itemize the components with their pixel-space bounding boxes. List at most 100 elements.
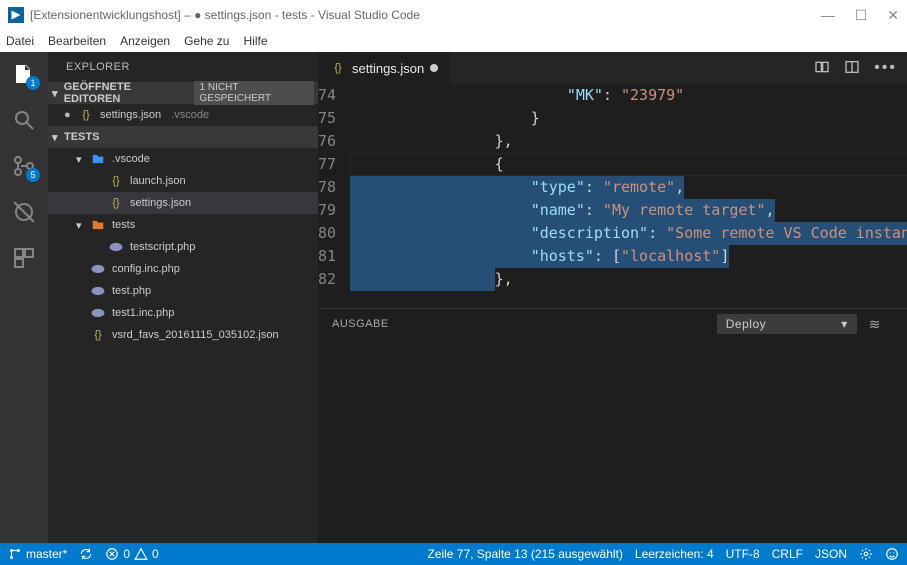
line-number: 79: [318, 199, 336, 222]
window-title: [Extensionentwicklungshost] – ● settings…: [30, 8, 821, 22]
status-feedback-icon[interactable]: [885, 547, 899, 561]
json-file-icon: {}: [78, 107, 94, 123]
tab-settings-json[interactable]: {} settings.json: [318, 52, 451, 84]
php-file-icon: [90, 305, 106, 321]
file-tree-item[interactable]: {}launch.json: [48, 170, 318, 192]
output-panel: AUSGABE Deploy ≋: [318, 308, 907, 543]
status-problems[interactable]: 0 0: [105, 547, 158, 561]
status-sync[interactable]: [79, 547, 93, 561]
editor-tabs: {} settings.json •••: [318, 52, 907, 84]
open-editor-item[interactable]: ● {} settings.json .vscode: [48, 104, 318, 126]
status-settings-icon[interactable]: [859, 547, 873, 561]
file-tree-item[interactable]: test.php: [48, 280, 318, 302]
file-tree-label: settings.json: [130, 197, 191, 209]
status-branch[interactable]: master*: [8, 547, 67, 561]
status-cursor[interactable]: Zeile 77, Spalte 13 (215 ausgewählt): [427, 547, 622, 561]
file-tree-item[interactable]: {} vsrd_favs_20161115_035102.json: [48, 324, 318, 346]
menu-goto[interactable]: Gehe zu: [184, 34, 229, 48]
vscode-icon: [8, 7, 24, 23]
line-number: 81: [318, 245, 336, 268]
split-editor-icon[interactable]: [844, 59, 860, 78]
code-line[interactable]: },: [350, 268, 907, 291]
window-titlebar: [Extensionentwicklungshost] – ● settings…: [0, 0, 907, 30]
close-button[interactable]: ✕: [887, 7, 899, 24]
workspace-label: TESTS: [64, 131, 99, 143]
code-line[interactable]: {: [350, 153, 907, 176]
line-number: 74: [318, 84, 336, 107]
php-file-icon: [90, 283, 106, 299]
code-line[interactable]: }: [350, 107, 907, 130]
activity-extensions-icon[interactable]: [10, 244, 38, 272]
json-file-icon: {}: [330, 60, 346, 76]
code-line[interactable]: },: [350, 130, 907, 153]
code-line[interactable]: "name": "My remote target",: [350, 199, 907, 222]
activity-debug-icon[interactable]: [10, 198, 38, 226]
status-eol[interactable]: CRLF: [772, 547, 803, 561]
php-file-icon: [108, 239, 124, 255]
maximize-button[interactable]: ☐: [855, 7, 868, 24]
menu-bar: Datei Bearbeiten Anzeigen Gehe zu Hilfe: [0, 30, 907, 52]
open-editor-folder: .vscode: [171, 109, 209, 121]
file-tree-label: config.inc.php: [112, 263, 180, 275]
chevron-down-icon: ▾: [76, 219, 84, 232]
code-editor[interactable]: 747576777879808182 "MK": "23979" } }, { …: [318, 84, 907, 308]
line-number: 78: [318, 176, 336, 199]
status-indent[interactable]: Leerzeichen: 4: [635, 547, 714, 561]
menu-edit[interactable]: Bearbeiten: [48, 34, 106, 48]
open-editors-label: GEÖFFNETE EDITOREN: [64, 81, 186, 105]
line-number-gutter: 747576777879808182: [318, 84, 350, 308]
file-tree-label: test1.inc.php: [112, 307, 174, 319]
folder-icon: [90, 151, 106, 167]
dirty-dot-icon: ●: [64, 109, 72, 121]
code-line[interactable]: "description": "Some remote VS Code inst…: [350, 222, 907, 245]
file-tree-item[interactable]: testscript.php: [48, 236, 318, 258]
file-tree-item[interactable]: config.inc.php: [48, 258, 318, 280]
file-tree-label: vsrd_favs_20161115_035102.json: [112, 329, 279, 341]
activity-bar: 1 5: [0, 52, 48, 543]
code-line[interactable]: "type": "remote",: [350, 176, 907, 199]
json-file-icon: {}: [108, 195, 124, 211]
status-language[interactable]: JSON: [815, 547, 847, 561]
more-icon[interactable]: •••: [874, 59, 897, 77]
file-tree-item[interactable]: ▾ .vscode: [48, 148, 318, 170]
menu-file[interactable]: Datei: [6, 34, 34, 48]
workspace-header[interactable]: ▾ TESTS: [48, 126, 318, 148]
clear-output-icon[interactable]: ≋: [869, 316, 881, 333]
editor-area: {} settings.json ••• 747576777879808182 …: [318, 52, 907, 543]
code-line[interactable]: "hosts": ["localhost"]: [350, 245, 907, 268]
file-tree-label: .vscode: [112, 153, 150, 165]
file-tree-label: tests: [112, 219, 135, 231]
file-tree-item[interactable]: {} settings.json: [48, 192, 318, 214]
scm-badge: 5: [26, 168, 40, 182]
code-line[interactable]: "MK": "23979": [350, 84, 907, 107]
activity-scm-icon[interactable]: 5: [10, 152, 38, 180]
chevron-down-icon: ▾: [52, 131, 60, 144]
json-file-icon: {}: [90, 327, 106, 343]
menu-view[interactable]: Anzeigen: [120, 34, 170, 48]
file-tree-item[interactable]: ▾ tests: [48, 214, 318, 236]
open-editor-filename: settings.json: [100, 109, 161, 121]
menu-help[interactable]: Hilfe: [243, 34, 267, 48]
file-tree-item[interactable]: test1.inc.php: [48, 302, 318, 324]
dirty-dot-icon: [430, 64, 438, 72]
activity-explorer-icon[interactable]: 1: [10, 60, 38, 88]
unsaved-count-badge: 1 NICHT GESPEICHERT: [194, 81, 314, 105]
chevron-down-icon: ▾: [76, 153, 84, 166]
line-number: 77: [318, 153, 336, 176]
minimize-button[interactable]: —: [821, 7, 835, 24]
output-channel-dropdown[interactable]: Deploy: [717, 314, 857, 334]
php-file-icon: [90, 261, 106, 277]
explorer-badge: 1: [26, 76, 40, 90]
panel-tab-output[interactable]: AUSGABE: [332, 318, 389, 330]
folder-git-icon: [90, 217, 106, 233]
file-tree-label: testscript.php: [130, 241, 195, 253]
file-tree-label: test.php: [112, 285, 151, 297]
sidebar-title: EXPLORER: [48, 52, 318, 82]
line-number: 75: [318, 107, 336, 130]
tab-label: settings.json: [352, 61, 424, 76]
open-editors-header[interactable]: ▾ GEÖFFNETE EDITOREN 1 NICHT GESPEICHERT: [48, 82, 318, 104]
line-number: 76: [318, 130, 336, 153]
compare-icon[interactable]: [814, 59, 830, 78]
activity-search-icon[interactable]: [10, 106, 38, 134]
status-encoding[interactable]: UTF-8: [726, 547, 760, 561]
